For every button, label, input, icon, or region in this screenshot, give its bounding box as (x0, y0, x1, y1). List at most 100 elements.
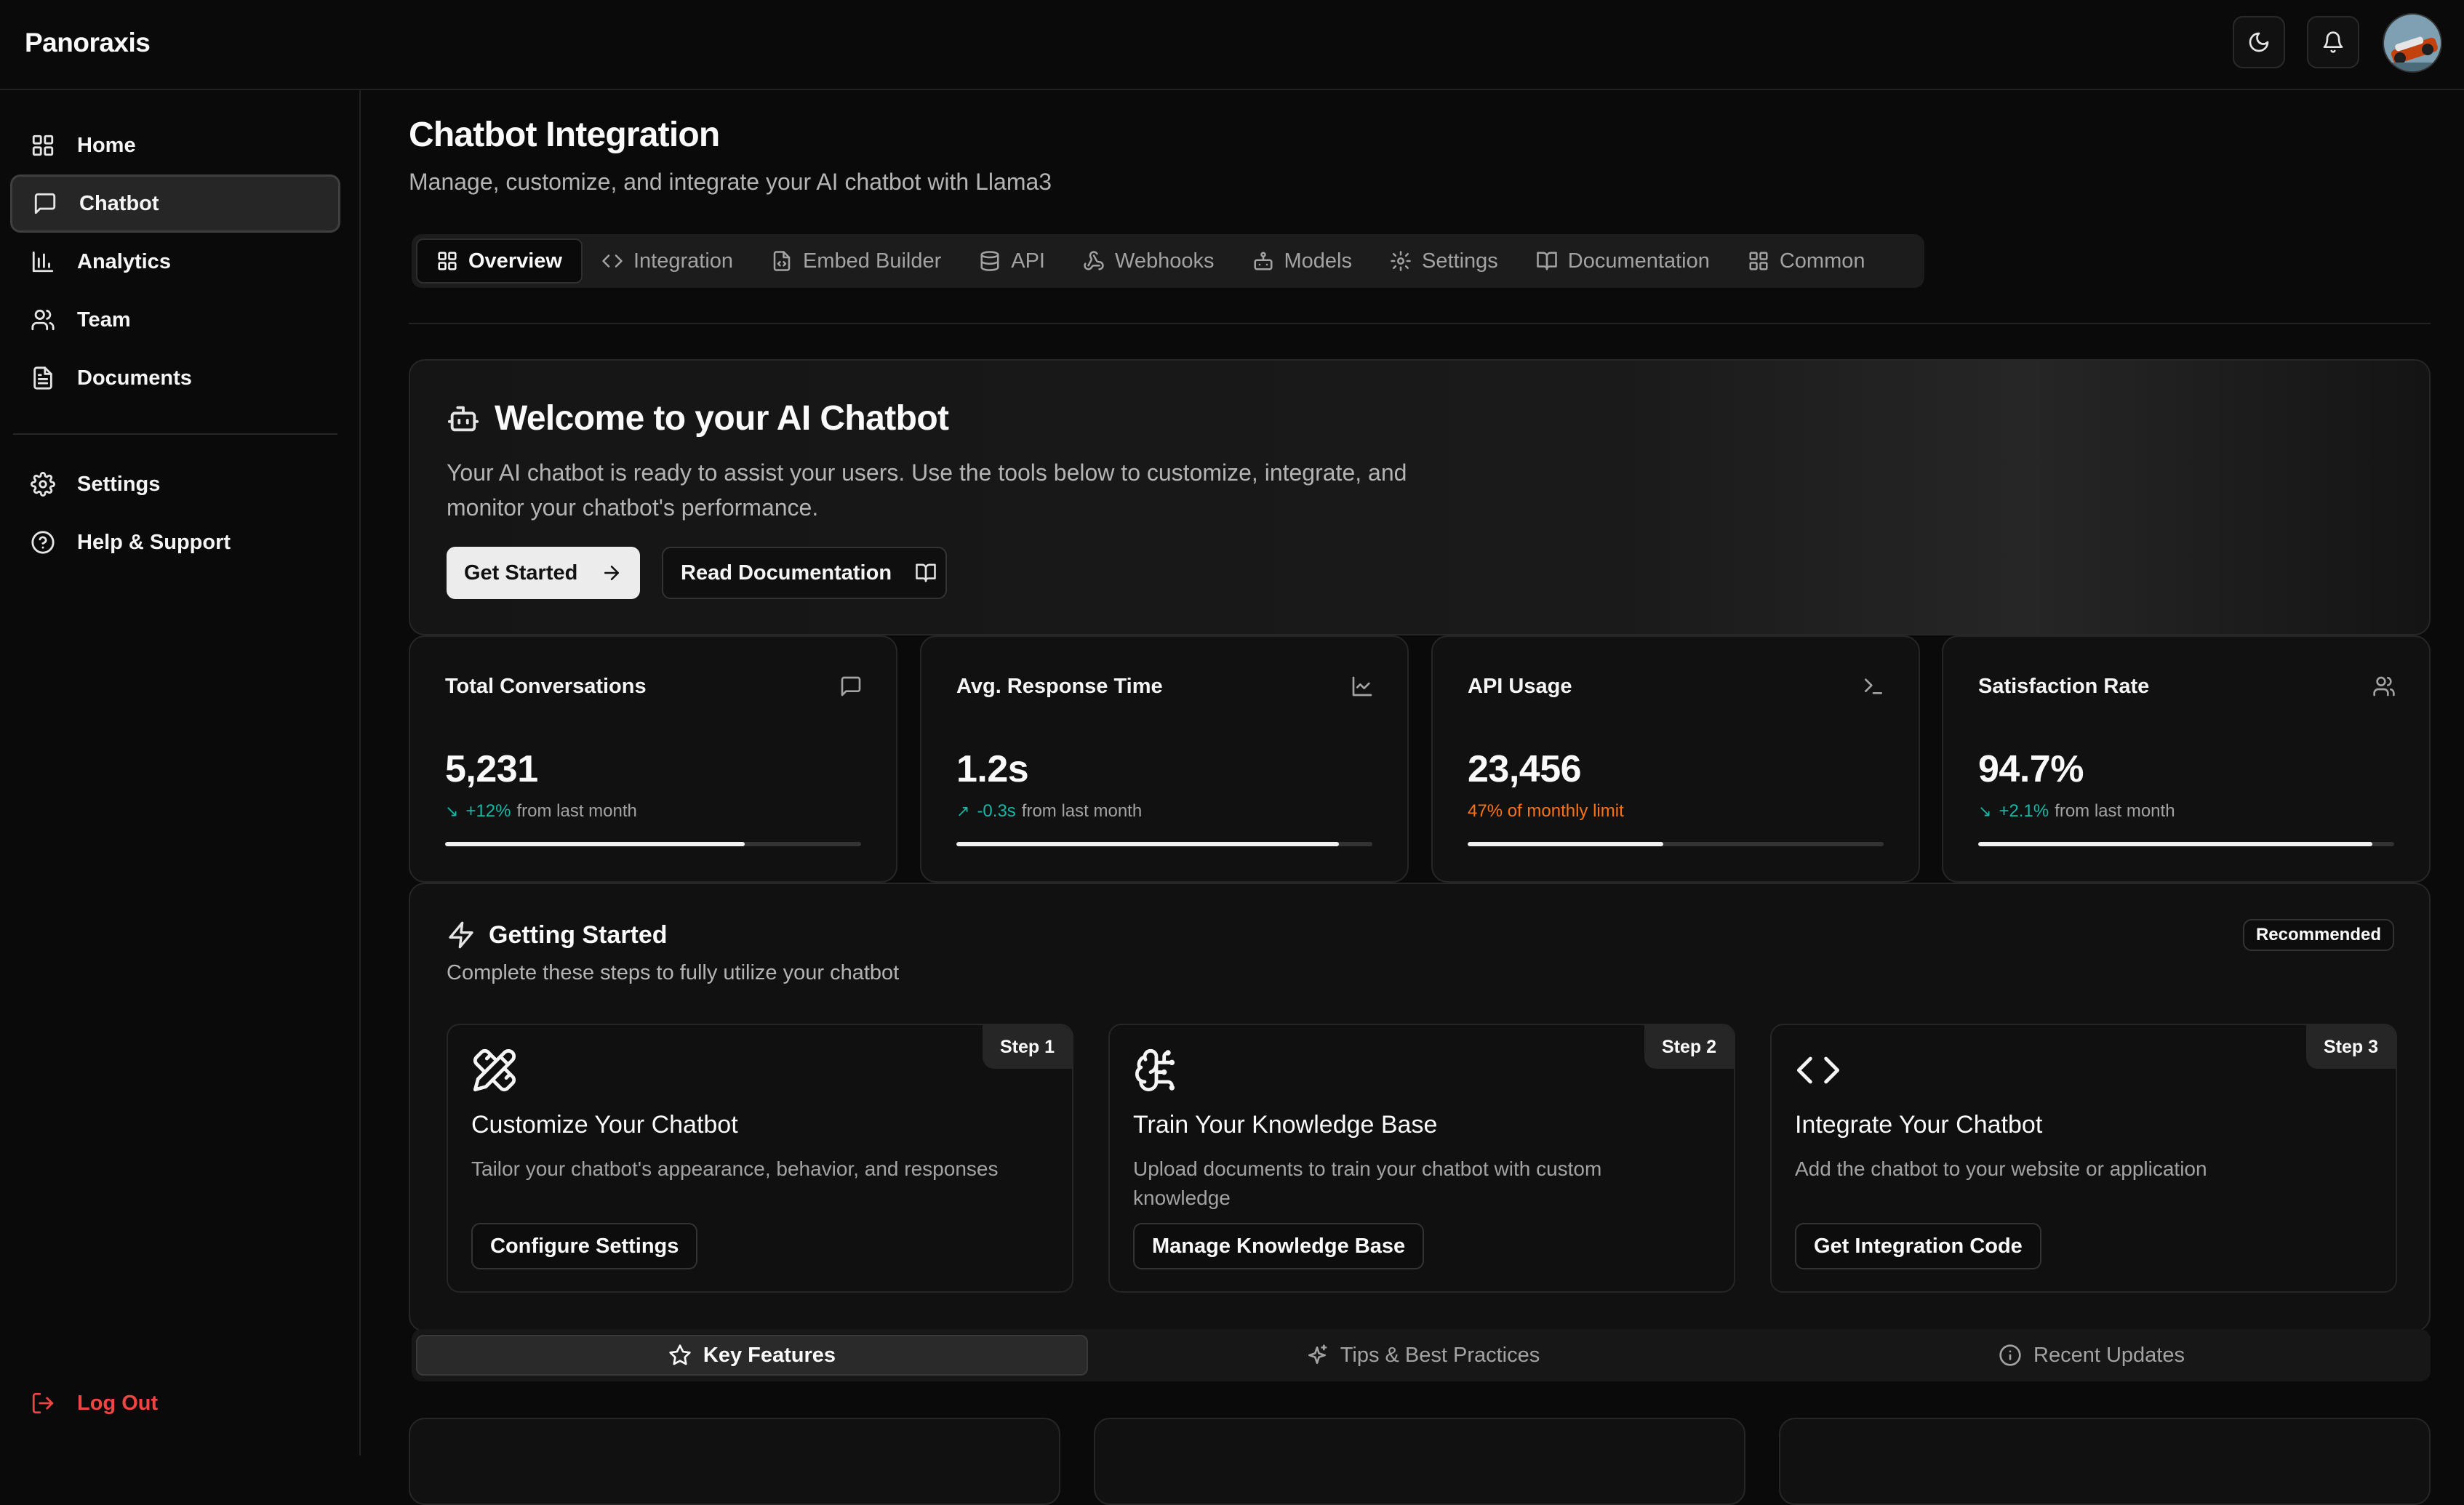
tab-key-features[interactable]: Key Features (416, 1335, 1088, 1376)
book-open-icon (915, 562, 937, 584)
line-chart-icon (1351, 675, 1374, 698)
page-subtitle: Manage, customize, and integrate your AI… (409, 169, 1052, 195)
message-square-icon (839, 675, 863, 698)
progress-bar (956, 842, 1372, 846)
page-title: Chatbot Integration (409, 116, 720, 154)
stat-delta: +12% (465, 801, 511, 821)
stat-card-conversations: Total Conversations 5,231 ↘ +12% from la… (409, 635, 897, 883)
database-icon (979, 250, 1001, 272)
welcome-title: Welcome to your AI Chatbot (447, 398, 949, 438)
bar-chart-icon (31, 249, 55, 274)
zap-icon (447, 920, 476, 950)
tab-label: Models (1284, 249, 1353, 273)
welcome-description: Your AI chatbot is ready to assist your … (447, 459, 1407, 521)
tab-documentation[interactable]: Documentation (1517, 238, 1729, 284)
tab-common[interactable]: Common (1729, 238, 1884, 284)
webhook-icon (1083, 250, 1105, 272)
gear-icon (1390, 250, 1412, 272)
tab-api[interactable]: API (960, 238, 1064, 284)
tab-embed-builder[interactable]: Embed Builder (752, 238, 960, 284)
stat-suffix: from last month (2055, 801, 2175, 821)
sidebar-item-team[interactable]: Team (10, 291, 340, 349)
progress-bar (1978, 842, 2394, 846)
getting-started-title-text: Getting Started (489, 920, 668, 949)
welcome-title-text: Welcome to your AI Chatbot (495, 399, 949, 438)
stat-suffix: from last month (1021, 801, 1143, 821)
welcome-card: Welcome to your AI Chatbot Your AI chatb… (409, 359, 2431, 635)
tab-webhooks[interactable]: Webhooks (1064, 238, 1233, 284)
logout-label: Log Out (77, 1391, 159, 1415)
sparkles-icon (1305, 1344, 1329, 1367)
brain-icon (1133, 1047, 1180, 1093)
terminal-icon (1862, 675, 1885, 698)
logout-button[interactable]: Log Out (10, 1374, 340, 1432)
tab-tips-best-practices[interactable]: Tips & Best Practices (1088, 1335, 1757, 1376)
tab-settings[interactable]: Settings (1371, 238, 1517, 284)
bot-icon (1252, 250, 1274, 272)
tab-label: Overview (468, 249, 562, 273)
tab-integration[interactable]: Integration (583, 238, 752, 284)
stat-label: Avg. Response Time (956, 675, 1163, 698)
getting-started-title: Getting Started (447, 920, 668, 950)
step-badge: Step 1 (982, 1025, 1072, 1069)
tab-recent-updates[interactable]: Recent Updates (1757, 1335, 2426, 1376)
sidebar: Home Chatbot Analytics Team Documents Se… (0, 90, 361, 1456)
sidebar-item-help[interactable]: Help & Support (10, 513, 340, 571)
trend-arrow-icon: ↗ (956, 802, 970, 820)
progress-bar (1468, 842, 1884, 846)
sidebar-item-label: Documents (77, 366, 192, 390)
code-icon (601, 250, 623, 272)
sidebar-item-home[interactable]: Home (10, 116, 340, 174)
stat-delta: +2.1% (1999, 801, 2049, 821)
stat-card-api-usage: API Usage 23,456 47% of monthly limit (1431, 635, 1920, 883)
tab-label: Documentation (1567, 249, 1710, 273)
layout-grid-icon (436, 250, 458, 272)
file-text-icon (31, 366, 55, 390)
step-title: Train Your Knowledge Base (1133, 1111, 1438, 1139)
progress-fill (956, 842, 1340, 846)
progress-fill (1978, 842, 2372, 846)
sidebar-item-documents[interactable]: Documents (10, 349, 340, 407)
users-icon (31, 308, 55, 332)
stat-delta: -0.3s (977, 801, 1016, 821)
stat-trend: 47% of monthly limit (1468, 801, 1624, 822)
stat-label: Satisfaction Rate (1978, 675, 2150, 698)
user-avatar[interactable] (2383, 13, 2442, 73)
sidebar-divider (13, 433, 337, 435)
manage-knowledge-base-button[interactable]: Manage Knowledge Base (1133, 1223, 1425, 1269)
getting-started-card: Getting Started Complete these steps to … (409, 883, 2431, 1332)
feature-card (1779, 1418, 2431, 1505)
help-circle-icon (31, 530, 55, 555)
sidebar-item-chatbot[interactable]: Chatbot (10, 174, 340, 233)
get-started-button[interactable]: Get Started (447, 547, 640, 599)
stat-trend: ↘ +12% from last month (445, 801, 637, 822)
get-integration-code-button[interactable]: Get Integration Code (1795, 1223, 2041, 1269)
step-card-integrate: Step 3 Integrate Your Chatbot Add the ch… (1770, 1024, 2397, 1293)
brand-logo[interactable]: Panoraxis (25, 28, 151, 58)
stat-label: Total Conversations (445, 675, 647, 698)
tab-overview[interactable]: Overview (416, 238, 583, 284)
notifications-button[interactable] (2307, 16, 2359, 68)
moon-icon (2247, 31, 2271, 54)
read-documentation-button[interactable]: Read Documentation (662, 547, 947, 599)
progress-fill (445, 842, 745, 846)
getting-started-subtitle: Complete these steps to fully utilize yo… (447, 961, 900, 984)
header-divider (409, 323, 2431, 324)
users-icon (2372, 675, 2396, 698)
tab-label: Embed Builder (803, 249, 942, 273)
recommended-badge: Recommended (2242, 919, 2394, 951)
sidebar-item-analytics[interactable]: Analytics (10, 233, 340, 291)
book-open-icon (1536, 250, 1558, 272)
stat-value: 1.2s (956, 748, 1029, 790)
step-description: Add the chatbot to your website or appli… (1795, 1157, 2207, 1180)
progress-bar (445, 842, 861, 846)
step-description: Tailor your chatbot's appearance, behavi… (471, 1157, 999, 1180)
sidebar-item-label: Analytics (77, 249, 171, 273)
step-card-customize: Step 1 Customize Your Chatbot Tailor you… (447, 1024, 1073, 1293)
configure-settings-button[interactable]: Configure Settings (471, 1223, 698, 1269)
read-docs-label: Read Documentation (681, 561, 892, 585)
theme-toggle-button[interactable] (2233, 16, 2285, 68)
tab-label: Recent Updates (2033, 1343, 2185, 1367)
tab-models[interactable]: Models (1233, 238, 1372, 284)
sidebar-item-settings[interactable]: Settings (10, 455, 340, 513)
